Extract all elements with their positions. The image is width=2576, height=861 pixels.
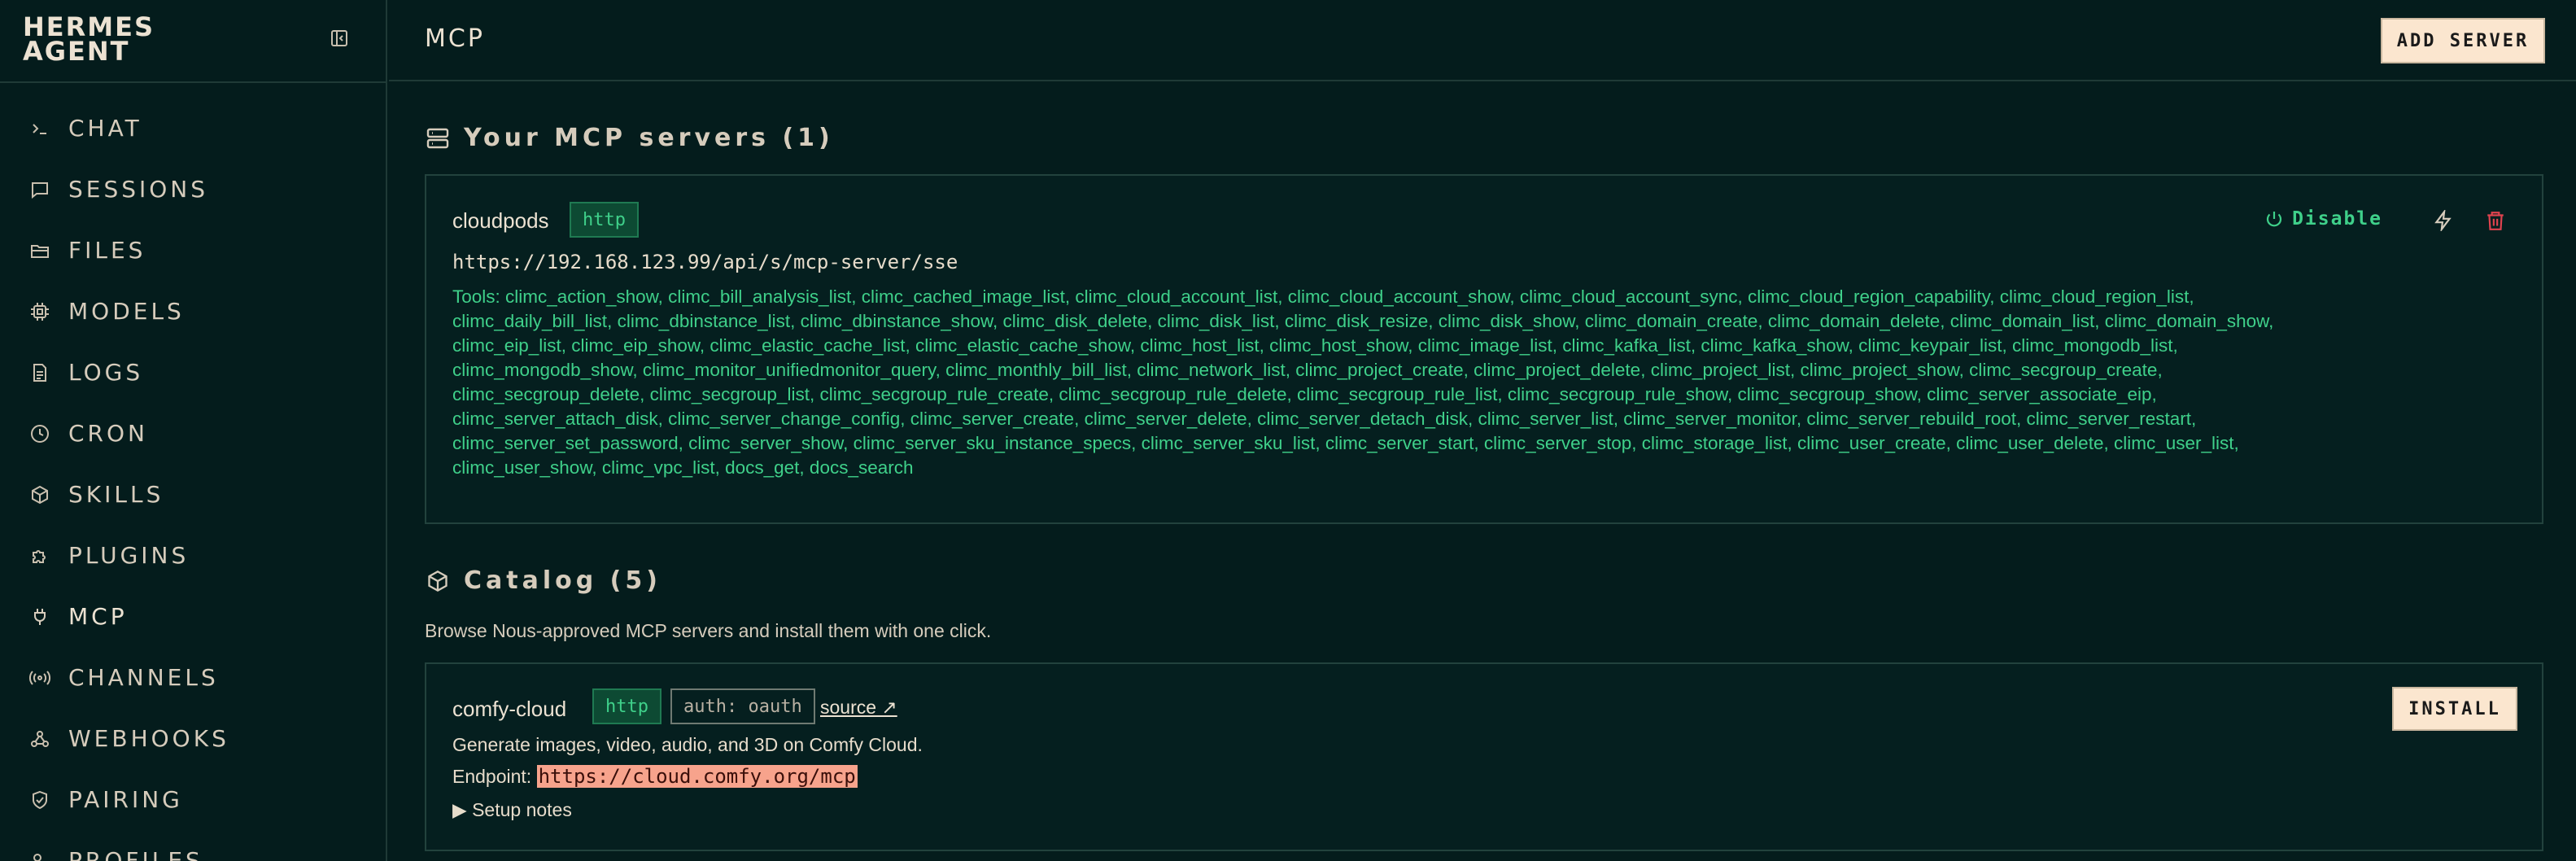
delete-server-button[interactable] (2482, 207, 2509, 234)
catalog-section-title: Catalog (5) (425, 566, 661, 595)
radio-broadcast-icon (28, 666, 52, 690)
sidebar-item-files[interactable]: FILES (0, 220, 387, 281)
auth-badge: auth: oauth (670, 688, 815, 724)
sidebar-item-label: SKILLS (68, 481, 164, 508)
message-square-icon (28, 177, 52, 202)
sidebar-nav: CHAT SESSIONS FILES MODELS LOGS CRON SKI… (0, 98, 387, 861)
servers-section-title: Your MCP servers (1) (425, 124, 834, 152)
power-icon (2264, 209, 2284, 229)
sidebar-item-cron[interactable]: CRON (0, 403, 387, 464)
package-icon (425, 568, 451, 594)
main-content: Your MCP servers (1) cloudpods http http… (389, 83, 2576, 861)
cpu-chip-icon (28, 299, 52, 324)
sidebar-toggle-icon (331, 30, 347, 46)
sidebar-item-models[interactable]: MODELS (0, 281, 387, 342)
sidebar-item-label: CHAT (68, 115, 142, 142)
sidebar-item-label: PLUGINS (68, 542, 190, 569)
sidebar-item-label: MODELS (68, 298, 185, 325)
sidebar-item-logs[interactable]: LOGS (0, 342, 387, 403)
server-icon (425, 125, 451, 151)
sidebar: HERMES AGENT CHAT SESSIONS FILES MODELS … (0, 0, 387, 861)
plug-icon (28, 605, 52, 629)
endpoint-row: Endpoint: https://cloud.comfy.org/mcp (452, 765, 858, 788)
catalog-item-description: Generate images, video, audio, and 3D on… (452, 734, 923, 755)
test-connection-button[interactable] (2430, 207, 2457, 234)
sidebar-item-plugins[interactable]: PLUGINS (0, 525, 387, 586)
sidebar-item-label: CHANNELS (68, 664, 219, 691)
sidebar-item-profiles[interactable]: PROFILES (0, 830, 387, 861)
server-card: cloudpods http https://192.168.123.99/ap… (425, 174, 2543, 524)
folder-open-icon (28, 238, 52, 263)
terminal-prompt-icon (28, 116, 52, 141)
server-name: cloudpods (452, 208, 549, 233)
sidebar-item-chat[interactable]: CHAT (0, 98, 387, 159)
collapse-sidebar-button[interactable] (327, 26, 351, 50)
users-icon (28, 849, 52, 861)
endpoint-value: https://cloud.comfy.org/mcp (536, 765, 858, 788)
catalog-item-name: comfy-cloud (452, 697, 567, 721)
sidebar-item-label: FILES (68, 237, 146, 264)
sidebar-item-label: PAIRING (68, 786, 183, 813)
package-icon (28, 483, 52, 507)
add-server-button[interactable]: ADD SERVER (2381, 18, 2545, 63)
setup-notes-toggle[interactable]: ▶ Setup notes (452, 799, 572, 821)
trash-icon (2487, 212, 2504, 230)
sidebar-item-webhooks[interactable]: WEBHOOKS (0, 708, 387, 769)
sidebar-divider (0, 81, 387, 83)
shield-check-icon (28, 788, 52, 812)
puzzle-icon (28, 544, 52, 568)
webhook-icon (28, 727, 52, 751)
catalog-section-label: Catalog (5) (464, 566, 661, 595)
transport-badge: http (592, 688, 661, 724)
endpoint-label: Endpoint: (452, 766, 532, 787)
catalog-card: comfy-cloud http auth: oauth source ↗ Ge… (425, 662, 2543, 851)
install-button[interactable]: INSTALL (2392, 687, 2517, 731)
sidebar-item-pairing[interactable]: PAIRING (0, 769, 387, 830)
server-url: https://192.168.123.99/api/s/mcp-server/… (452, 251, 958, 273)
sidebar-item-skills[interactable]: SKILLS (0, 464, 387, 525)
clock-icon (28, 422, 52, 446)
sidebar-item-label: CRON (68, 420, 148, 447)
sidebar-item-label: PROFILES (68, 847, 203, 861)
sidebar-item-label: SESSIONS (68, 176, 209, 203)
sidebar-item-mcp[interactable]: MCP (0, 586, 387, 647)
tools-list: Tools: climc_action_show, climc_bill_ana… (452, 286, 2274, 478)
brand-line-2: AGENT (23, 36, 130, 67)
page-title: MCP (425, 24, 485, 53)
page-header: MCP ADD SERVER (389, 0, 2576, 81)
brand-logo: HERMES AGENT (23, 14, 155, 67)
source-link[interactable]: source ↗ (820, 697, 897, 719)
sidebar-item-label: MCP (68, 603, 128, 630)
sidebar-item-label: WEBHOOKS (68, 725, 229, 752)
sidebar-item-label: LOGS (68, 359, 144, 386)
servers-section-label: Your MCP servers (1) (464, 124, 834, 152)
disable-label: Disable (2292, 208, 2382, 229)
sidebar-item-channels[interactable]: CHANNELS (0, 647, 387, 708)
lightning-icon (2434, 210, 2452, 231)
catalog-description: Browse Nous-approved MCP servers and ins… (425, 620, 992, 641)
transport-badge: http (570, 202, 639, 238)
file-text-icon (28, 361, 52, 385)
disable-button[interactable]: Disable (2264, 208, 2382, 229)
sidebar-item-sessions[interactable]: SESSIONS (0, 159, 387, 220)
